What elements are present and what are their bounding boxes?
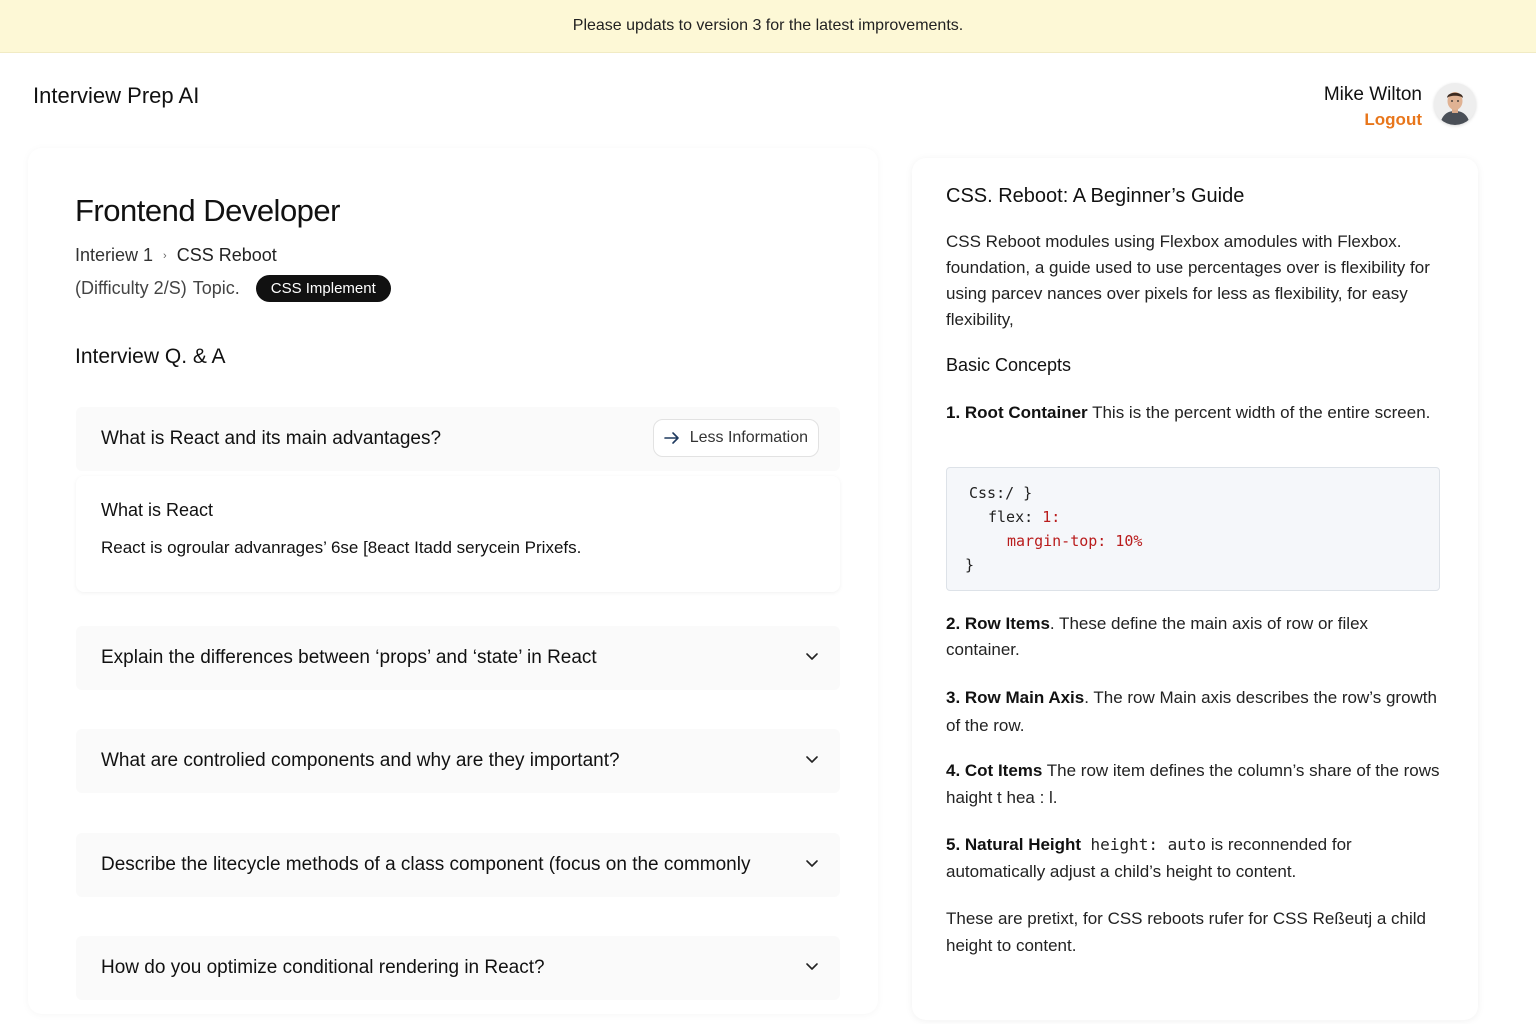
question-text: Explain the differences between ‘props’ … (101, 647, 597, 668)
answer-panel: What is React React is ogroular advanrag… (76, 476, 840, 592)
code-value: 1: (1042, 508, 1061, 526)
code-line: flex: 1: (988, 508, 1060, 526)
page-title: Frontend Developer (75, 193, 341, 228)
breadcrumb: Interiew 1 › CSS Reboot (75, 245, 277, 266)
chevron-right-icon: › (163, 249, 167, 262)
chevron-down-icon[interactable] (804, 648, 820, 664)
concept-text: This is the percent width of the entire … (1087, 403, 1431, 422)
code-line: Css:/ } (969, 484, 1033, 502)
question-text: Describe the litecycle methods of a clas… (101, 854, 751, 875)
code-line: } (965, 556, 975, 574)
concept-heading: 3. Row Main Axis (946, 688, 1085, 707)
topic-label: Topic. (192, 278, 240, 298)
concept-row-main-axis: 3. Row Main Axis. The row Main axis desc… (946, 684, 1440, 740)
concept-heading: 4. Cot Items (946, 761, 1043, 780)
concept-heading: 1. Root Container (946, 403, 1088, 422)
topic-pill[interactable]: CSS Implement (255, 275, 391, 302)
question-item[interactable]: Describe the litecycle methods of a clas… (76, 833, 840, 897)
logout-link[interactable]: Logout (1324, 110, 1422, 130)
qa-section-title: Interview Q. & A (75, 345, 226, 368)
user-avatar-icon (1434, 83, 1476, 125)
concept-heading: 2. Row Items (946, 614, 1050, 633)
code-block: Css:/ } flex: 1: margin-top: 10% } (946, 467, 1440, 591)
code-key: margin-top: (1007, 532, 1107, 550)
less-information-button[interactable]: Less Information (652, 419, 819, 457)
code-line: margin-top: 10% (1007, 532, 1142, 550)
question-text: How do you optimize conditional renderin… (101, 957, 545, 978)
difficulty-label: (Difficulty 2/S) (75, 278, 187, 298)
question-item[interactable]: What are controlied components and why a… (76, 729, 840, 793)
guide-title: CSS. Reboot: A Beginner’s Guide (946, 185, 1245, 207)
question-item[interactable]: Explain the differences between ‘props’ … (76, 626, 840, 690)
chevron-down-icon[interactable] (804, 751, 820, 767)
code-key: flex: (988, 508, 1034, 526)
inline-code: height: auto (1090, 835, 1207, 854)
concept-root-container: 1. Root Container This is the percent wi… (946, 400, 1440, 426)
arrow-right-icon (663, 432, 679, 444)
guide-closing: These are pretixt, for CSS reboots rufer… (946, 909, 1426, 955)
answer-body: React is ogroular advanrages’ 6se [8eact… (101, 538, 582, 557)
concept-row-items: 2. Row Items. These define the main axis… (946, 611, 1440, 663)
banner-text: Please updats to version 3 for the lates… (572, 17, 964, 34)
chevron-down-icon[interactable] (804, 958, 820, 974)
guide-intro: CSS Reboot modules using Flexbox amodule… (946, 232, 1430, 329)
avatar[interactable] (1434, 83, 1476, 125)
user-name: Mike Wilton (1323, 84, 1422, 105)
concept-natural-height: 5. Natural Height height: auto is reconn… (946, 831, 1440, 885)
breadcrumb-item-interview[interactable]: Interiew 1 (75, 245, 153, 266)
basic-concepts-heading: Basic Concepts (946, 355, 1072, 375)
job-meta: (Difficulty 2/S) Topic. CSS Implement (75, 275, 391, 302)
breadcrumb-item-topic: CSS Reboot (176, 245, 277, 265)
app-brand[interactable]: Interview Prep AI (33, 83, 199, 109)
question-item[interactable]: What is React and its main advantages? L… (76, 407, 840, 471)
concept-cot-items: 4. Cot Items The row item defines the co… (946, 757, 1440, 811)
chevron-down-icon[interactable] (804, 855, 820, 871)
update-banner: Please updats to version 3 for the lates… (0, 0, 1536, 53)
answer-title: What is React (101, 500, 214, 520)
concept-heading: 5. Natural Height (946, 835, 1082, 854)
question-text: What are controlied components and why a… (101, 750, 620, 771)
code-value: 10% (1115, 532, 1143, 550)
question-item[interactable]: How do you optimize conditional renderin… (76, 936, 840, 1000)
user-menu: Mike Wilton Logout (1324, 84, 1422, 130)
less-information-label: Less Information (689, 429, 808, 446)
